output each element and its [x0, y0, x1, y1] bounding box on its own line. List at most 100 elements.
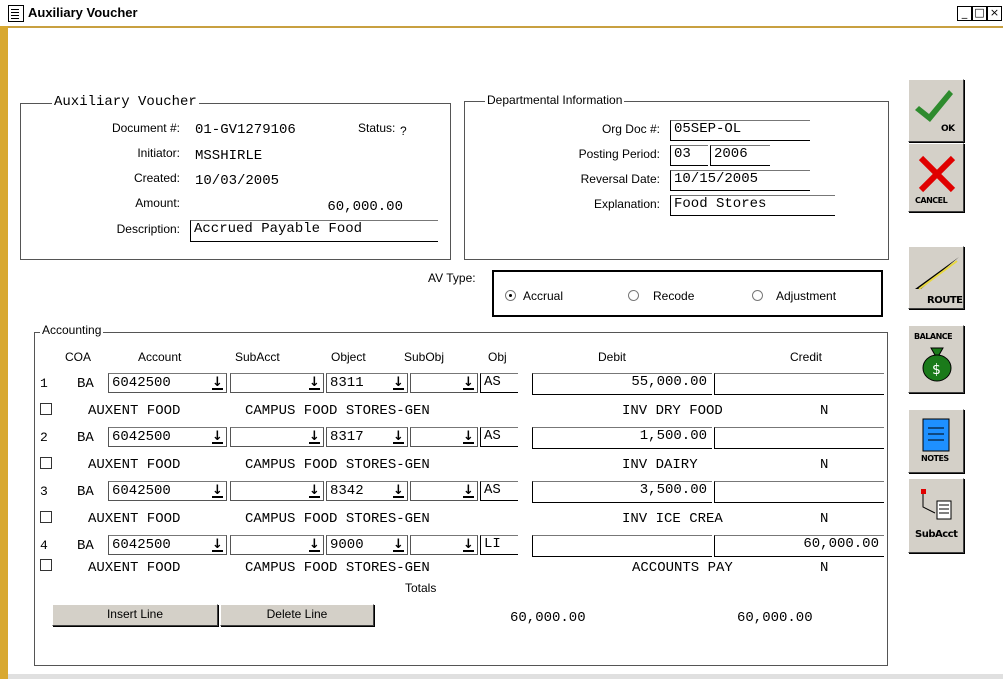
line-checkbox[interactable] — [40, 511, 52, 523]
ok-button[interactable]: OK — [908, 79, 964, 142]
insert-line-button[interactable]: Insert Line — [52, 604, 218, 626]
maximize-button[interactable]: □ — [972, 6, 987, 21]
credit-field[interactable] — [714, 373, 884, 395]
line-checkbox[interactable] — [40, 457, 52, 469]
route-arrow-icon — [915, 257, 959, 290]
object-value: 9000 — [330, 537, 364, 553]
dropdown-arrow-icon[interactable]: ↓ — [210, 483, 225, 499]
org-description: CAMPUS FOOD STORES-GEN — [245, 457, 430, 473]
reversal-date-field[interactable]: 10/15/2005 — [670, 170, 810, 191]
subobj-combo[interactable]: ↓ — [410, 427, 478, 447]
credit-field[interactable]: 60,000.00 — [714, 535, 884, 557]
account-description: AUXENT FOOD — [88, 403, 181, 419]
object-combo[interactable]: 8311 ↓ — [326, 373, 408, 393]
line-checkbox[interactable] — [40, 559, 52, 571]
status-label: Status: — [358, 121, 396, 135]
account-combo[interactable]: 6042500 ↓ — [108, 373, 227, 393]
account-combo[interactable]: 6042500 ↓ — [108, 427, 227, 447]
line-checkbox[interactable] — [40, 403, 52, 415]
dropdown-arrow-icon[interactable]: ↓ — [461, 483, 476, 499]
subacct-combo[interactable]: ↓ — [230, 481, 324, 501]
delete-line-button[interactable]: Delete Line — [220, 604, 374, 626]
obj-field[interactable]: AS — [480, 427, 518, 447]
obj-field[interactable]: AS — [480, 481, 518, 501]
subobj-combo[interactable]: ↓ — [410, 373, 478, 393]
line-coa: BA — [77, 484, 94, 500]
org-description: CAMPUS FOOD STORES-GEN — [245, 403, 430, 419]
line-number: 4 — [40, 538, 48, 553]
dropdown-arrow-icon[interactable]: ↓ — [391, 483, 406, 499]
header-subobj: SubObj — [404, 350, 445, 364]
balance-button[interactable]: BALANCE $ — [908, 325, 964, 393]
subacct-combo[interactable]: ↓ — [230, 373, 324, 393]
account-value: 6042500 — [112, 537, 171, 553]
av-type-label: AV Type: — [428, 271, 476, 285]
av-type-adjustment-radio[interactable] — [752, 290, 763, 301]
header-subacct: SubAcct — [235, 350, 280, 364]
dropdown-arrow-icon[interactable]: ↓ — [210, 375, 225, 391]
account-description: AUXENT FOOD — [88, 457, 181, 473]
description-field[interactable]: Accrued Payable Food — [190, 220, 438, 242]
obj-field[interactable]: AS — [480, 373, 518, 393]
subobj-combo[interactable]: ↓ — [410, 481, 478, 501]
route-button[interactable]: ROUTE — [908, 246, 964, 309]
dropdown-arrow-icon[interactable]: ↓ — [307, 483, 322, 499]
minimize-button[interactable]: _ — [957, 6, 972, 21]
debit-field[interactable]: 1,500.00 — [532, 427, 712, 449]
dropdown-arrow-icon[interactable]: ↓ — [210, 537, 225, 553]
subobj-combo[interactable]: ↓ — [410, 535, 478, 555]
object-combo[interactable]: 8317 ↓ — [326, 427, 408, 447]
dropdown-arrow-icon[interactable]: ↓ — [461, 537, 476, 553]
debit-field[interactable]: 3,500.00 — [532, 481, 712, 503]
dropdown-arrow-icon[interactable]: ↓ — [391, 429, 406, 445]
dropdown-arrow-icon[interactable]: ↓ — [461, 375, 476, 391]
obj-field[interactable]: LI — [480, 535, 518, 555]
credit-field[interactable] — [714, 481, 884, 503]
dropdown-arrow-icon[interactable]: ↓ — [461, 429, 476, 445]
debit-field[interactable] — [532, 535, 712, 557]
av-type-recode-radio[interactable] — [628, 290, 639, 301]
subacct-button[interactable]: SubAcct — [908, 478, 964, 553]
av-type-adjustment-label: Adjustment — [776, 289, 837, 303]
notes-label: NOTES — [921, 454, 949, 463]
account-description: AUXENT FOOD — [88, 560, 181, 576]
object-value: 8342 — [330, 483, 364, 499]
credit-field[interactable] — [714, 427, 884, 449]
account-combo[interactable]: 6042500 ↓ — [108, 535, 227, 555]
amount-value: 60,000.00 — [327, 199, 403, 215]
title-bar — [0, 0, 1003, 28]
line-flag: N — [820, 403, 829, 419]
object-combo[interactable]: 8342 ↓ — [326, 481, 408, 501]
reversal-date-label: Reversal Date: — [580, 172, 660, 186]
posting-period-year-field[interactable]: 2006 — [710, 145, 770, 166]
explanation-field[interactable]: Food Stores — [670, 195, 835, 216]
cancel-x-icon — [918, 155, 956, 193]
total-debit: 60,000.00 — [510, 610, 586, 626]
posting-period-month-field[interactable]: 03 — [670, 145, 708, 166]
dropdown-arrow-icon[interactable]: ↓ — [391, 375, 406, 391]
document-icon — [8, 5, 24, 22]
subacct-combo[interactable]: ↓ — [230, 427, 324, 447]
line-flag: N — [820, 457, 829, 473]
close-button[interactable]: × — [987, 6, 1002, 21]
created-label: Created: — [133, 171, 180, 185]
subaccount-icon — [921, 489, 952, 520]
dropdown-arrow-icon[interactable]: ↓ — [307, 429, 322, 445]
object-combo[interactable]: 9000 ↓ — [326, 535, 408, 555]
line-number: 3 — [40, 484, 48, 499]
subacct-combo[interactable]: ↓ — [230, 535, 324, 555]
dropdown-arrow-icon[interactable]: ↓ — [210, 429, 225, 445]
av-type-recode-label: Recode — [653, 289, 695, 303]
debit-field[interactable]: 55,000.00 — [532, 373, 712, 395]
av-type-accrual-radio[interactable] — [505, 290, 516, 301]
balance-label: BALANCE — [914, 332, 953, 341]
cancel-button[interactable]: CANCEL — [908, 143, 964, 212]
notes-button[interactable]: NOTES — [908, 409, 964, 473]
money-bag-icon: $ — [922, 347, 952, 382]
account-combo[interactable]: 6042500 ↓ — [108, 481, 227, 501]
dropdown-arrow-icon[interactable]: ↓ — [307, 375, 322, 391]
org-doc-field[interactable]: 05SEP-OL — [670, 120, 810, 141]
dropdown-arrow-icon[interactable]: ↓ — [391, 537, 406, 553]
description-label: Description: — [116, 222, 180, 236]
dropdown-arrow-icon[interactable]: ↓ — [307, 537, 322, 553]
